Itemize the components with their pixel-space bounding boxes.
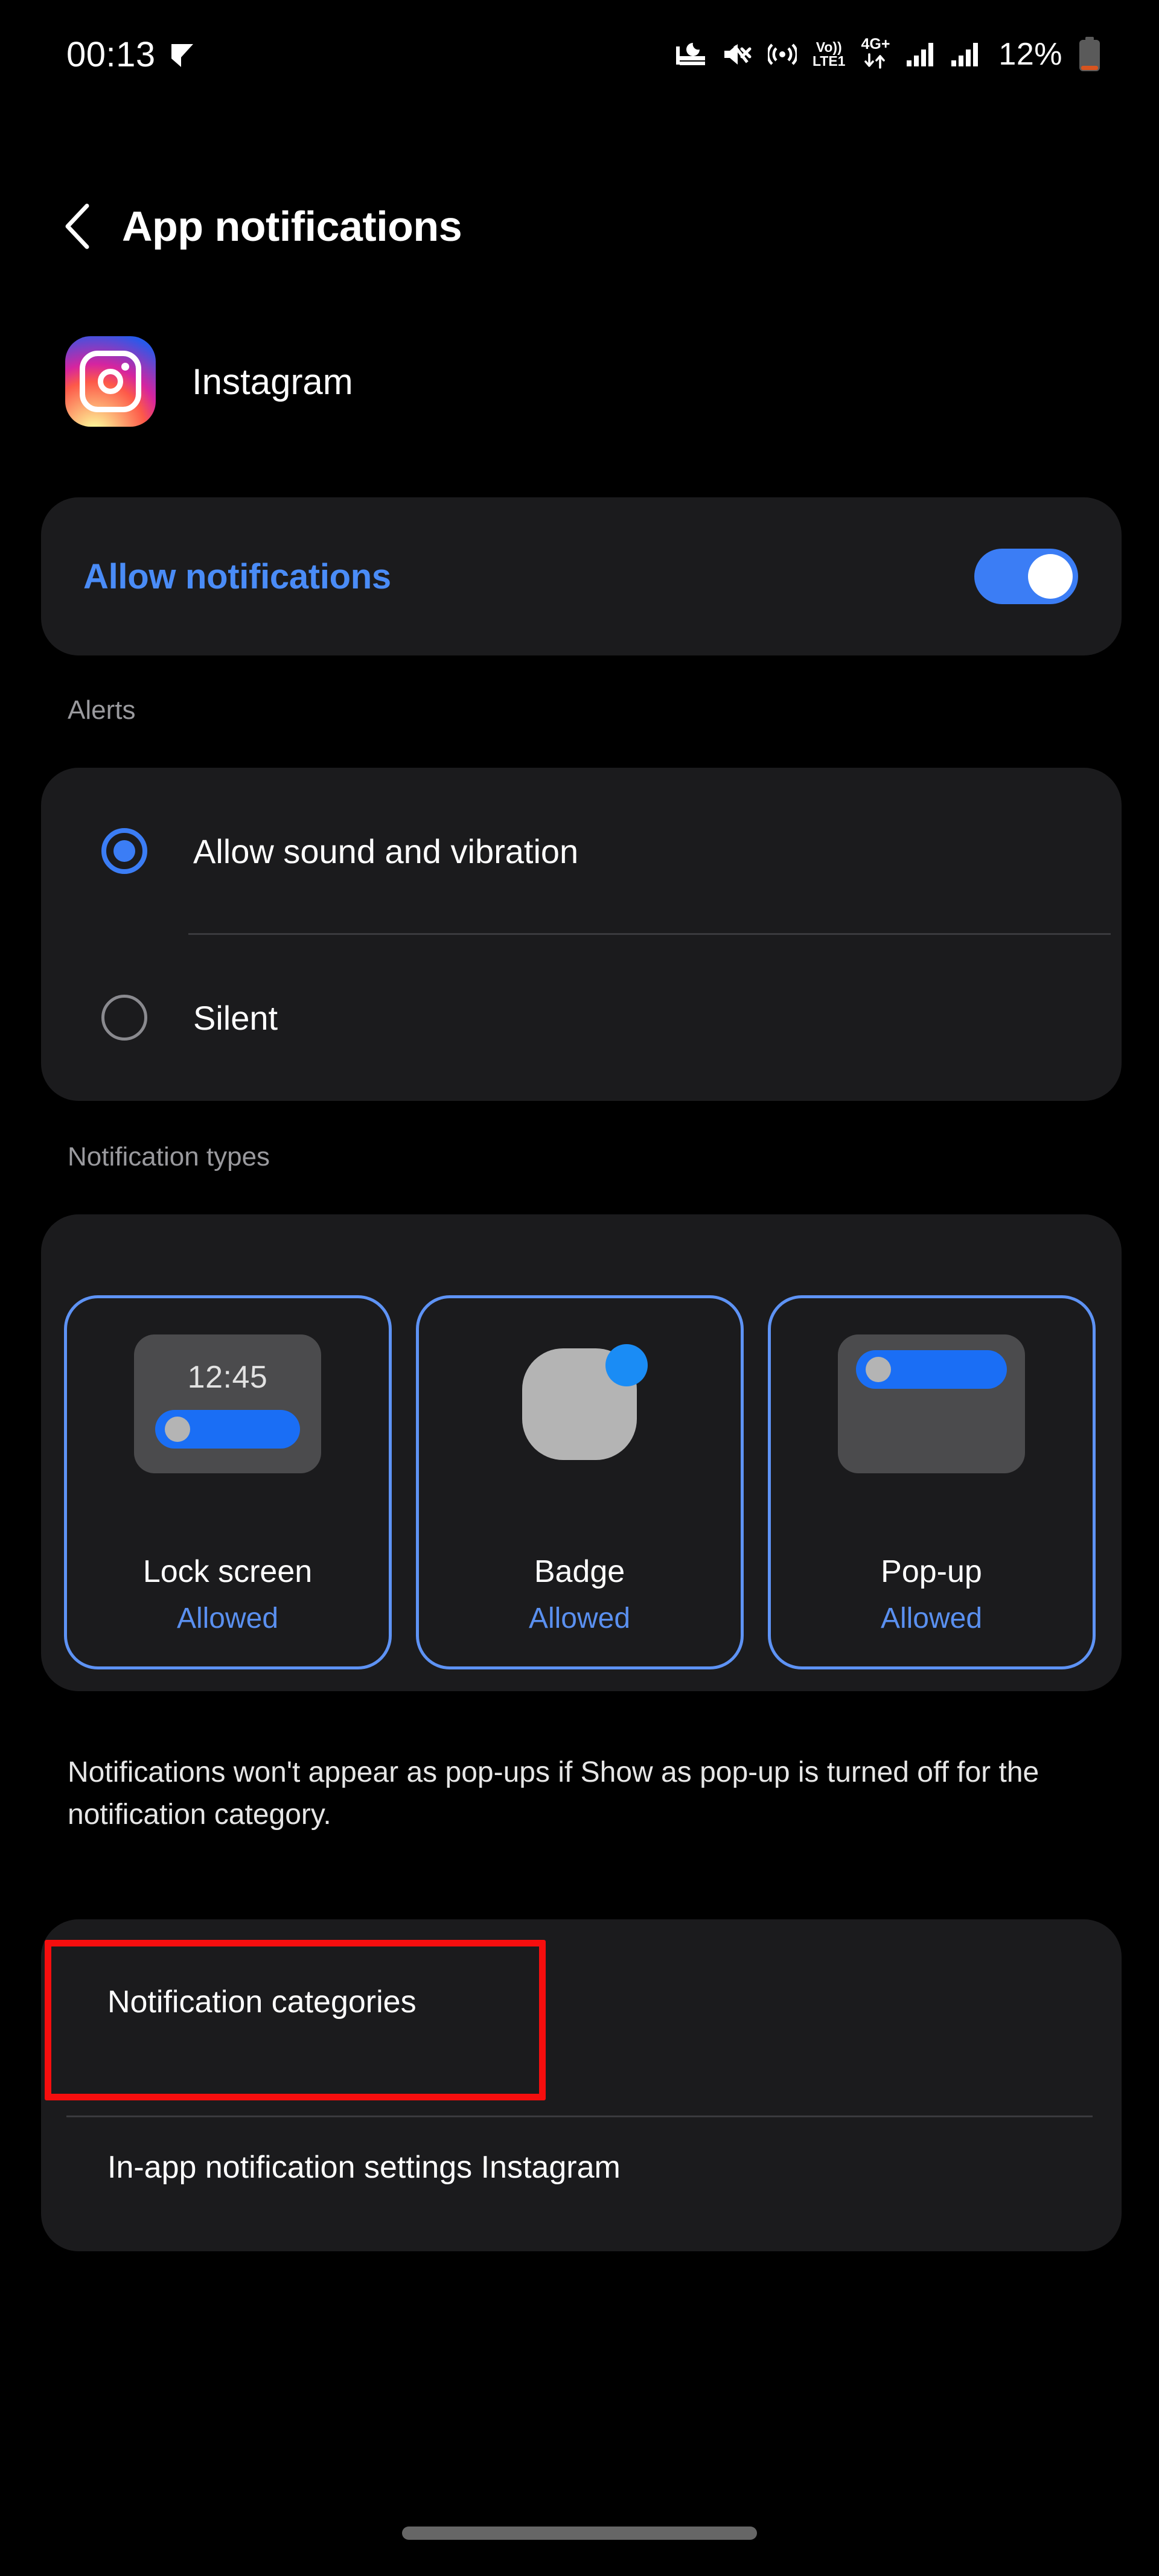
type-card-label: Badge xyxy=(534,1554,625,1589)
notification-categories-label: Notification categories xyxy=(107,1985,417,2020)
status-bar-right: Vo)) LTE1 4G+ 12% xyxy=(675,36,1101,72)
lock-screen-preview-notification-pill xyxy=(155,1410,300,1449)
phone-screen: 00:13 Vo)) LTE1 4G+ 12% App notification… xyxy=(0,0,1159,2576)
type-card-badge[interactable]: Badge Allowed xyxy=(415,1295,744,1669)
page-title: App notifications xyxy=(122,203,462,250)
network-type-text: 4G+ xyxy=(861,36,890,53)
toggle-knob xyxy=(1028,554,1073,599)
alerts-row-divider xyxy=(188,933,1111,935)
allow-notifications-label: Allow notifications xyxy=(83,556,391,596)
popup-preview-notification-pill xyxy=(856,1350,1007,1389)
type-card-status: Allowed xyxy=(176,1602,279,1634)
allow-notifications-row[interactable]: Allow notifications xyxy=(41,497,1122,655)
radio-inner-dot xyxy=(113,840,135,862)
preview-app-dot xyxy=(866,1357,891,1382)
home-gesture-indicator[interactable] xyxy=(402,2527,757,2540)
instagram-dot xyxy=(121,363,129,371)
battery-percent-label: 12% xyxy=(998,37,1062,72)
popup-hint-text: Notifications won't appear as pop-ups if… xyxy=(68,1756,1039,1831)
type-card-lock-screen[interactable]: 12:45 Lock screen Allowed xyxy=(63,1295,392,1669)
hotspot-icon xyxy=(767,40,797,68)
bottom-list-divider xyxy=(66,2115,1093,2117)
back-chevron-icon[interactable] xyxy=(60,202,94,250)
badge-preview-icon xyxy=(486,1334,673,1473)
volte-bottom-text: LTE1 xyxy=(812,53,846,69)
status-bar: 00:13 Vo)) LTE1 4G+ 12% xyxy=(0,0,1159,109)
instagram-frame xyxy=(80,351,141,412)
volte-lte1-icon: Vo)) LTE1 xyxy=(813,40,846,68)
signal-bars-sim1-icon xyxy=(905,41,934,68)
signal-bars-sim2-icon xyxy=(950,41,979,68)
battery-icon xyxy=(1078,37,1101,72)
preview-app-dot xyxy=(165,1417,190,1442)
allow-notifications-toggle[interactable] xyxy=(974,549,1078,604)
lock-screen-preview-time: 12:45 xyxy=(187,1360,268,1395)
4g-plus-data-icon: 4G+ xyxy=(861,37,890,72)
type-card-popup[interactable]: Pop-up Allowed xyxy=(767,1295,1096,1669)
instagram-lens xyxy=(98,369,123,394)
notification-types-section-label: Notification types xyxy=(68,1142,270,1172)
notification-categories-row[interactable]: Notification categories xyxy=(41,1919,1122,2085)
instagram-icon xyxy=(65,336,156,427)
alerts-option-sound-and-vibration[interactable]: Allow sound and vibration xyxy=(41,768,1122,934)
lock-screen-preview-icon: 12:45 xyxy=(134,1334,321,1473)
radio-selected-icon[interactable] xyxy=(101,828,147,874)
app-name-label: Instagram xyxy=(192,361,353,402)
call-forward-check-icon xyxy=(169,40,196,68)
alerts-option-label: Silent xyxy=(193,998,278,1037)
status-bar-left: 00:13 xyxy=(66,34,196,75)
title-bar: App notifications xyxy=(0,181,1159,272)
sound-muted-icon xyxy=(722,40,752,68)
app-row[interactable]: Instagram xyxy=(0,333,1159,430)
radio-unselected-icon[interactable] xyxy=(101,995,147,1041)
bedtime-mode-icon xyxy=(675,40,706,68)
data-arrows-icon xyxy=(863,53,888,72)
type-card-status: Allowed xyxy=(528,1602,631,1634)
badge-preview-dot xyxy=(605,1344,648,1386)
type-card-status: Allowed xyxy=(880,1602,983,1634)
type-card-label: Lock screen xyxy=(142,1554,313,1589)
alerts-option-label: Allow sound and vibration xyxy=(193,832,579,870)
popup-preview-icon xyxy=(838,1334,1025,1473)
volte-top-text: Vo)) xyxy=(816,39,842,55)
notification-types-grid: 12:45 Lock screen Allowed Badge Allowed xyxy=(0,1295,1159,1669)
status-bar-clock: 00:13 xyxy=(66,34,156,74)
in-app-notification-settings-label: In-app notification settings Instagram xyxy=(107,2150,621,2185)
alerts-option-silent[interactable]: Silent xyxy=(41,934,1122,1101)
in-app-notification-settings-row[interactable]: In-app notification settings Instagram xyxy=(41,2085,1122,2250)
alerts-section-label: Alerts xyxy=(68,695,136,725)
bottom-settings-card: Notification categories In-app notificat… xyxy=(41,1919,1122,2251)
type-card-label: Pop-up xyxy=(881,1554,982,1589)
